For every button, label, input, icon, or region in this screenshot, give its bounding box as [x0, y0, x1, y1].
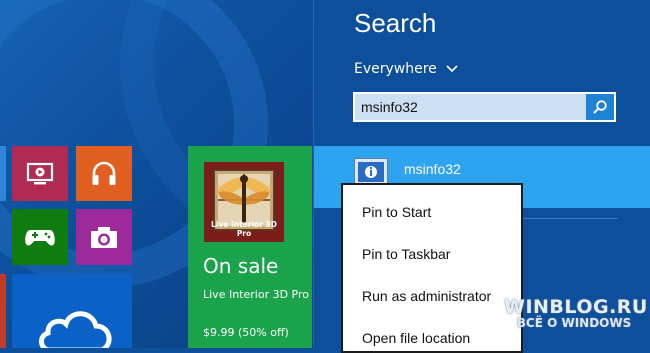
store-headline: On sale — [203, 254, 279, 278]
gamepad-icon — [25, 230, 55, 246]
app-image: Live Interior 3D Pro — [204, 162, 284, 242]
search-result-label: msinfo32 — [404, 161, 461, 177]
menu-item-pin-to-start[interactable]: Pin to Start — [362, 204, 431, 220]
chevron-down-icon — [446, 65, 458, 73]
search-icon — [593, 100, 607, 114]
context-menu: Pin to Start Pin to Taskbar Run as admin… — [341, 183, 523, 353]
watermark: WINBLOG.RU ВСЁ О WINDOWS — [504, 296, 648, 330]
store-app-name: Live Interior 3D Pro — [203, 288, 309, 301]
tile-camera[interactable] — [76, 209, 132, 265]
search-scope-label: Everywhere — [354, 61, 437, 77]
tile-music[interactable] — [76, 146, 132, 201]
search-button[interactable] — [586, 94, 614, 120]
cloud-icon — [39, 311, 112, 348]
menu-item-run-as-administrator[interactable]: Run as administrator — [362, 288, 491, 304]
store-price: $9.99 (50% off) — [203, 326, 289, 339]
app-image-caption: Live Interior 3D Pro — [211, 220, 277, 238]
tile-store[interactable]: Live Interior 3D Pro On sale Live Interi… — [188, 146, 312, 348]
watermark-main: WINBLOG.RU — [504, 296, 648, 318]
charm-title: Search — [354, 8, 437, 38]
tile-games[interactable] — [12, 209, 68, 265]
tile-onedrive[interactable] — [12, 274, 132, 348]
start-screen: Live Interior 3D Pro On sale Live Interi… — [0, 0, 313, 348]
tile-partial-red[interactable] — [0, 274, 6, 348]
menu-item-pin-to-taskbar[interactable]: Pin to Taskbar — [362, 246, 450, 262]
search-box — [353, 92, 616, 122]
tile-video[interactable] — [12, 146, 68, 201]
tile-partial[interactable] — [0, 146, 6, 201]
search-scope-dropdown[interactable]: Everywhere — [354, 61, 458, 77]
headphones-icon — [92, 161, 116, 185]
camera-icon — [91, 227, 117, 248]
watermark-sub: ВСЁ О WINDOWS — [516, 316, 632, 330]
menu-item-open-file-location[interactable]: Open file location — [362, 330, 470, 346]
search-input[interactable] — [355, 94, 587, 120]
video-icon — [26, 162, 54, 184]
